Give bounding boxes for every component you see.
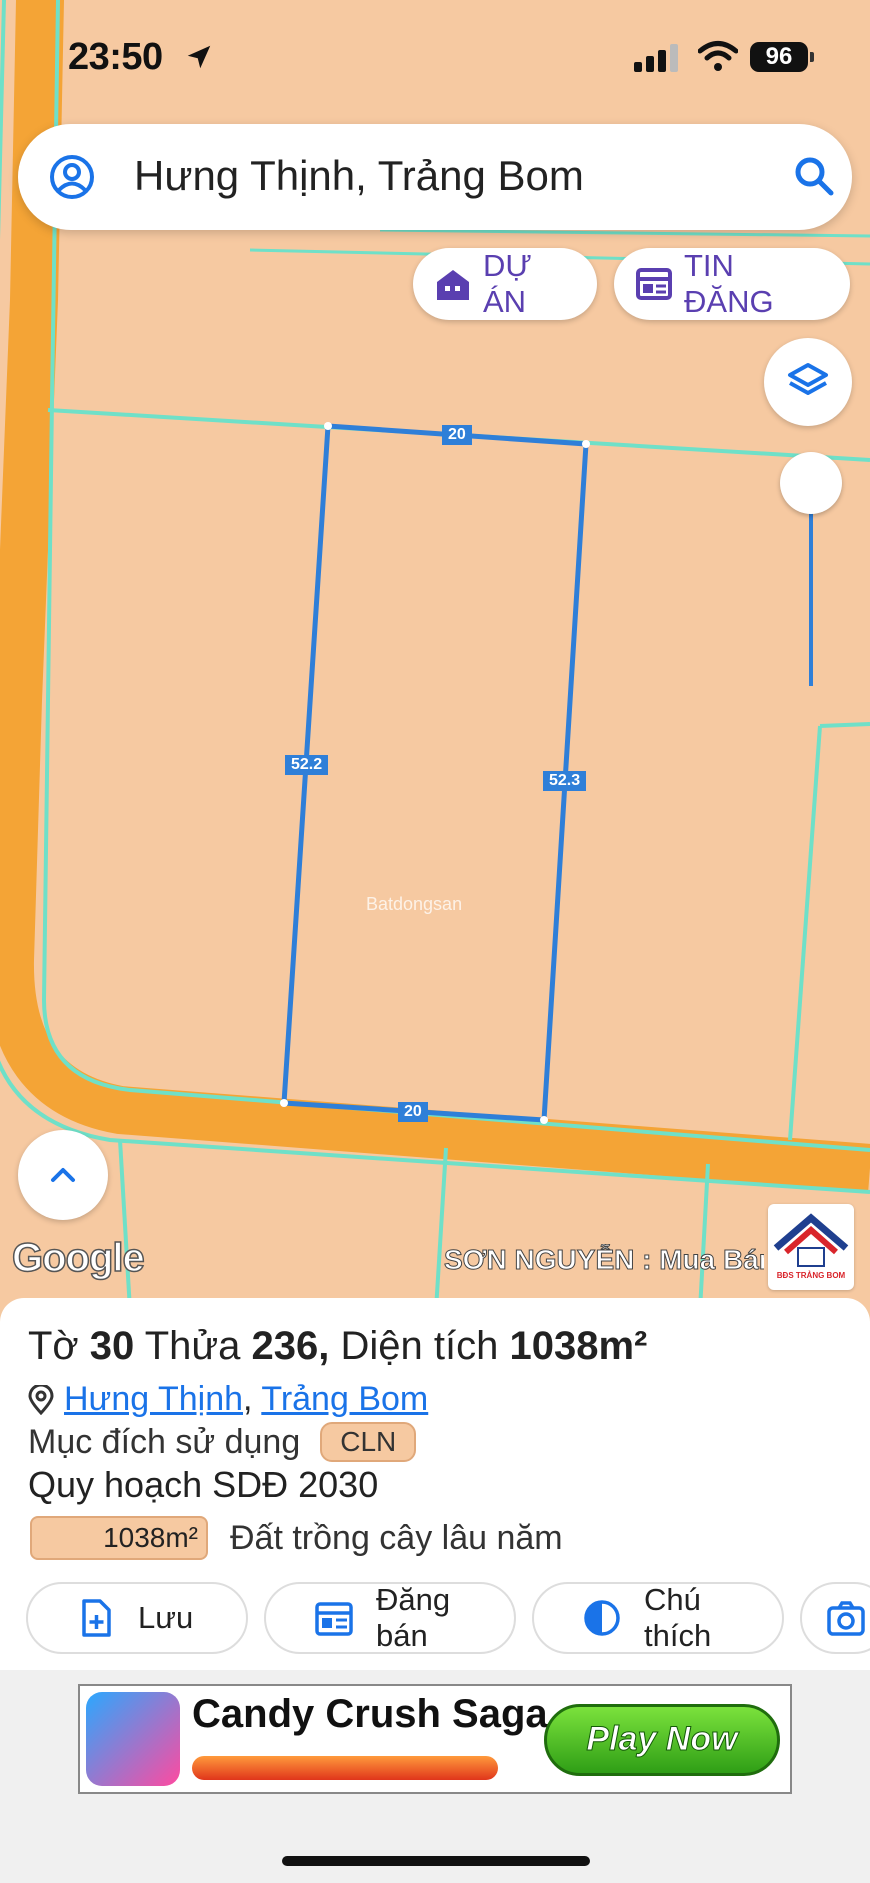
building-icon [437,270,469,300]
battery-level: 96 [750,42,808,72]
area-label: Diện tích [340,1324,499,1368]
search-query[interactable]: Hưng Thịnh, Trảng Bom [134,152,584,200]
search-icon[interactable] [790,152,838,200]
dimension-top-label: 20 [442,425,472,445]
purpose-label: Mục đích sử dụng [28,1422,301,1461]
expand-button[interactable] [18,1130,108,1220]
ad-banner[interactable]: Candy Crush Saga Play Now [78,1684,792,1794]
plan-label: Quy hoạch SDĐ 2030 [28,1464,379,1505]
ad-area: Candy Crush Saga Play Now [0,1670,870,1883]
location-row: Hưng Thịnh, Trảng Bom [28,1380,428,1419]
account-icon[interactable] [48,153,96,201]
du-an-chip[interactable]: DỰ ÁN [413,248,597,320]
legend-button[interactable]: Chú thích [532,1582,784,1654]
action-bar: Lưu Đăng bán Chú thích [26,1582,870,1654]
plan-area-badge: 1038m² [30,1516,208,1560]
plan-area-description: Đất trồng cây lâu năm [230,1518,563,1557]
home-indicator[interactable] [282,1856,590,1866]
to-label: Tờ [28,1324,79,1368]
contrast-icon [584,1600,620,1636]
listing-icon [315,1602,353,1636]
ward-link[interactable]: Hưng Thịnh [64,1380,243,1418]
area-value: 1038m² [509,1324,648,1368]
legend-label: Chú thích [644,1582,712,1653]
layers-icon [788,363,828,395]
location-arrow-icon [187,45,211,69]
plan-area-row: 1038m² Đất trồng cây lâu năm [30,1516,563,1560]
battery-tip [810,52,814,62]
status-time: 23:50 [68,36,163,78]
to-value: 30 [89,1324,135,1368]
opacity-slider-knob[interactable] [780,452,842,514]
dimension-bottom-label: 20 [398,1102,428,1122]
parcel-title: Tờ 30 Thửa 236, Diện tích 1038m² [28,1324,647,1369]
map-attribution: SƠN NGUYỄN : Mua Bán [444,1244,764,1276]
listing-icon [636,268,672,300]
district-link[interactable]: Trảng Bom [261,1380,428,1418]
candy-crush-app-icon [86,1692,180,1786]
post-sale-label: Đăng bán [376,1582,451,1653]
parcel-info-panel: Tờ 30 Thửa 236, Diện tích 1038m² Hưng Th… [0,1298,870,1670]
post-sale-button[interactable]: Đăng bán [264,1582,516,1654]
save-label: Lưu [138,1600,194,1635]
play-now-button[interactable]: Play Now [544,1704,780,1776]
chevron-up-icon [51,1168,75,1182]
layers-button[interactable] [764,338,852,426]
ad-decoration-bar [192,1756,498,1780]
status-bar: 23:50 96 [0,0,870,110]
watermark-text: Batdongsan [366,894,463,914]
add-file-icon [82,1599,111,1637]
opacity-slider-track[interactable] [809,510,813,686]
dimension-right-label: 52.3 [543,771,587,791]
bds-logo-text: BĐS TRẢNG BOM [777,1271,846,1280]
search-bar[interactable]: Hưng Thịnh, Trảng Bom [18,124,852,230]
thua-value: 236, [251,1324,330,1368]
house-logo-icon: BĐS TRẢNG BOM [773,1213,849,1280]
wifi-icon [698,41,738,71]
save-button[interactable]: Lưu [26,1582,248,1654]
camera-icon [827,1601,865,1636]
bds-trang-bom-logo[interactable]: BĐS TRẢNG BOM [768,1204,854,1290]
ad-title: Candy Crush Saga [192,1692,548,1736]
dimension-left-label: 52.2 [285,755,329,775]
du-an-label: DỰ ÁN [483,248,532,319]
google-logo: Google [11,1235,145,1281]
parcel-outline [281,423,589,1123]
cellular-signal-icon [634,44,678,72]
tin-dang-chip[interactable]: TIN ĐĂNG [614,248,850,320]
tin-dang-label: TIN ĐĂNG [684,248,774,319]
purpose-code-badge: CLN [320,1422,417,1462]
purpose-row: Mục đích sử dụng CLN [28,1422,417,1462]
location-separator: , [243,1380,253,1418]
camera-button[interactable] [800,1582,870,1654]
map-pin-icon [28,1384,54,1415]
thua-label: Thửa [144,1324,241,1368]
